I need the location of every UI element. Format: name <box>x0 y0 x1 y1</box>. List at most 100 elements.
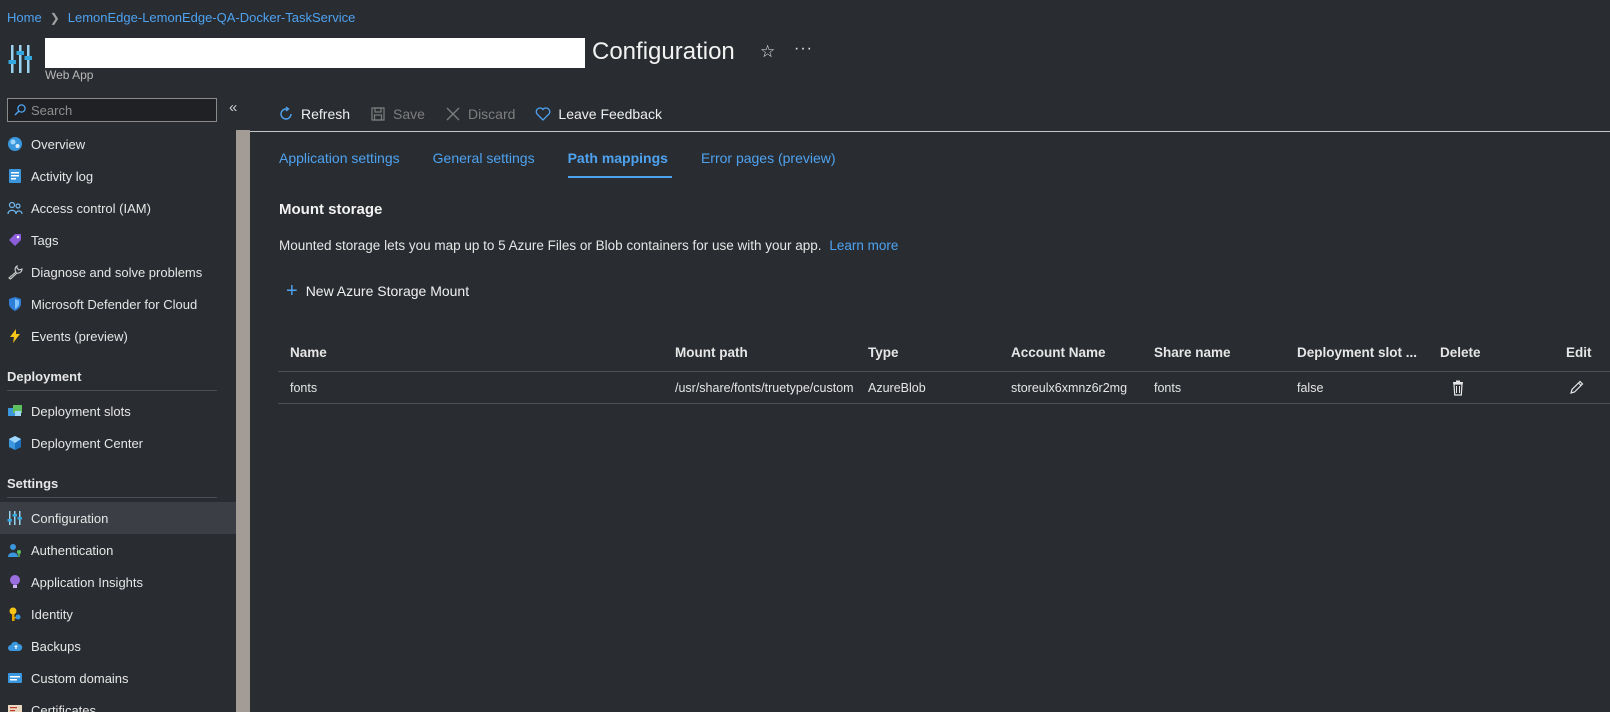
edit-pencil-icon[interactable] <box>1568 380 1584 396</box>
sidebar-item-label: Microsoft Defender for Cloud <box>31 296 198 312</box>
domain-icon <box>8 673 22 683</box>
sidebar-item-certificates[interactable]: Certificates <box>0 694 236 712</box>
discard-button[interactable]: Discard <box>445 106 515 122</box>
breadcrumb: Home ❯ LemonEdge-LemonEdge-QA-Docker-Tas… <box>7 10 355 25</box>
column-header-edit: Edit <box>1566 345 1592 360</box>
sidebar-section-deployment: Deployment <box>7 369 82 384</box>
globe-icon <box>8 137 22 151</box>
sidebar-item-deployment-slots[interactable]: Deployment slots <box>0 395 236 427</box>
sidebar-item-activity-log[interactable]: Activity log <box>0 160 236 192</box>
redacted-resource-name <box>45 38 585 68</box>
log-icon <box>9 169 21 183</box>
sidebar-item-diagnose[interactable]: Diagnose and solve problems <box>0 256 236 288</box>
learn-more-link[interactable]: Learn more <box>829 238 898 253</box>
description-text: Mounted storage lets you map up to 5 Azu… <box>279 238 822 253</box>
slots-icon <box>8 405 22 416</box>
column-header-share-name[interactable]: Share name <box>1154 334 1284 371</box>
leave-feedback-button[interactable]: Leave Feedback <box>535 106 662 122</box>
section-divider <box>7 497 217 498</box>
person-key-icon <box>8 544 21 557</box>
breadcrumb-resource-link[interactable]: LemonEdge-LemonEdge-QA-Docker-TaskServic… <box>68 10 356 25</box>
sidebar-item-custom-domains[interactable]: Custom domains <box>0 662 236 694</box>
section-description: Mounted storage lets you map up to 5 Azu… <box>279 238 898 253</box>
cell-deployment-slot: false <box>1297 380 1324 395</box>
sidebar-item-overview[interactable]: Overview <box>0 128 236 160</box>
table-row: fonts /usr/share/fonts/truetype/custom A… <box>278 372 1610 404</box>
cloud-icon <box>8 641 23 651</box>
new-storage-mount-button[interactable]: + New Azure Storage Mount <box>286 281 470 301</box>
cell-name: fonts <box>290 380 318 395</box>
sidebar-item-events[interactable]: Events (preview) <box>0 320 236 352</box>
sidebar-item-deployment-center[interactable]: Deployment Center <box>0 427 236 459</box>
sidebar-item-label: Authentication <box>31 542 114 558</box>
chevron-right-icon: ❯ <box>49 10 60 25</box>
sidebar-item-access-control[interactable]: Access control (IAM) <box>0 192 236 224</box>
lightning-icon <box>10 329 20 343</box>
refresh-label: Refresh <box>301 105 351 122</box>
cell-mount-path: /usr/share/fonts/truetype/custom <box>675 380 854 395</box>
wrench-icon <box>8 265 23 280</box>
delete-cell <box>1440 372 1530 403</box>
save-icon <box>371 106 385 121</box>
save-button[interactable]: Save <box>370 106 425 122</box>
command-bar: Refresh Save Discard Leave Feedback <box>250 96 1610 132</box>
favorite-star-icon[interactable]: ☆ <box>760 42 775 62</box>
people-icon <box>7 201 23 215</box>
sidebar-item-label: Diagnose and solve problems <box>31 264 203 280</box>
sidebar-item-app-insights[interactable]: Application Insights <box>0 566 236 598</box>
page-header: Configuration ☆ ··· Web App <box>0 36 1610 86</box>
edit-cell <box>1566 372 1606 403</box>
sidebar-section-settings: Settings <box>7 476 59 491</box>
breadcrumb-home-link[interactable]: Home <box>7 10 42 25</box>
sidebar-item-backups[interactable]: Backups <box>0 630 236 662</box>
sidebar-nav: Overview Activity log Access control (IA… <box>0 128 236 712</box>
column-header-name[interactable]: Name <box>290 334 660 371</box>
sidebar-search-box[interactable] <box>7 98 217 122</box>
sidebar-item-label: Deployment slots <box>31 403 131 419</box>
sidebar-item-label: Configuration <box>31 510 109 526</box>
collapse-sidebar-icon[interactable]: « <box>229 99 237 116</box>
delete-trash-icon[interactable] <box>1450 380 1466 396</box>
sidebar-item-tags[interactable]: Tags <box>0 224 236 256</box>
cell-type: AzureBlob <box>868 380 926 395</box>
refresh-button[interactable]: Refresh <box>278 106 350 122</box>
mounts-table: Name Mount path Type Account Name Share … <box>278 334 1610 404</box>
sidebar-scrollbar[interactable] <box>236 130 250 712</box>
sidebar-item-configuration[interactable]: Configuration <box>0 502 236 534</box>
discard-label: Discard <box>467 105 516 122</box>
sidebar-item-label: Application Insights <box>31 574 144 590</box>
shield-icon <box>9 297 21 311</box>
resource-type-label: Web App <box>45 68 94 82</box>
tab-general-settings[interactable]: General settings <box>433 150 535 178</box>
search-icon <box>14 104 26 116</box>
config-tabs: Application settings General settings Pa… <box>279 150 869 178</box>
cube-icon <box>9 436 21 450</box>
page-title: Configuration <box>592 38 735 65</box>
new-mount-label: New Azure Storage Mount <box>305 283 470 299</box>
sliders-icon <box>7 511 22 525</box>
tab-path-mappings[interactable]: Path mappings <box>567 150 673 178</box>
sidebar-item-label: Events (preview) <box>31 328 128 344</box>
more-options-icon[interactable]: ··· <box>794 40 813 58</box>
sidebar: « Overview Activity log Access control (… <box>0 96 237 712</box>
column-header-mount-path[interactable]: Mount path <box>675 334 855 371</box>
column-header-account-name[interactable]: Account Name <box>1011 334 1141 371</box>
cell-account-name: storeulx6xmnz6r2mg <box>1011 380 1128 395</box>
column-header-deployment-slot[interactable]: Deployment slot ... <box>1297 334 1427 371</box>
save-label: Save <box>393 105 425 122</box>
sidebar-item-label: Activity log <box>31 168 94 184</box>
tab-error-pages[interactable]: Error pages (preview) <box>701 150 836 178</box>
tab-application-settings[interactable]: Application settings <box>279 150 400 178</box>
column-header-delete: Delete <box>1440 345 1481 360</box>
section-divider <box>7 390 217 391</box>
sidebar-item-authentication[interactable]: Authentication <box>0 534 236 566</box>
column-header-type[interactable]: Type <box>868 334 998 371</box>
sidebar-item-label: Access control (IAM) <box>31 200 151 216</box>
sidebar-item-label: Custom domains <box>31 670 129 686</box>
configuration-sliders-icon <box>8 45 32 73</box>
bulb-icon <box>10 575 20 588</box>
sidebar-item-defender[interactable]: Microsoft Defender for Cloud <box>0 288 236 320</box>
sidebar-item-label: Identity <box>31 606 73 622</box>
sidebar-item-identity[interactable]: Identity <box>0 598 236 630</box>
search-input[interactable] <box>31 102 211 118</box>
